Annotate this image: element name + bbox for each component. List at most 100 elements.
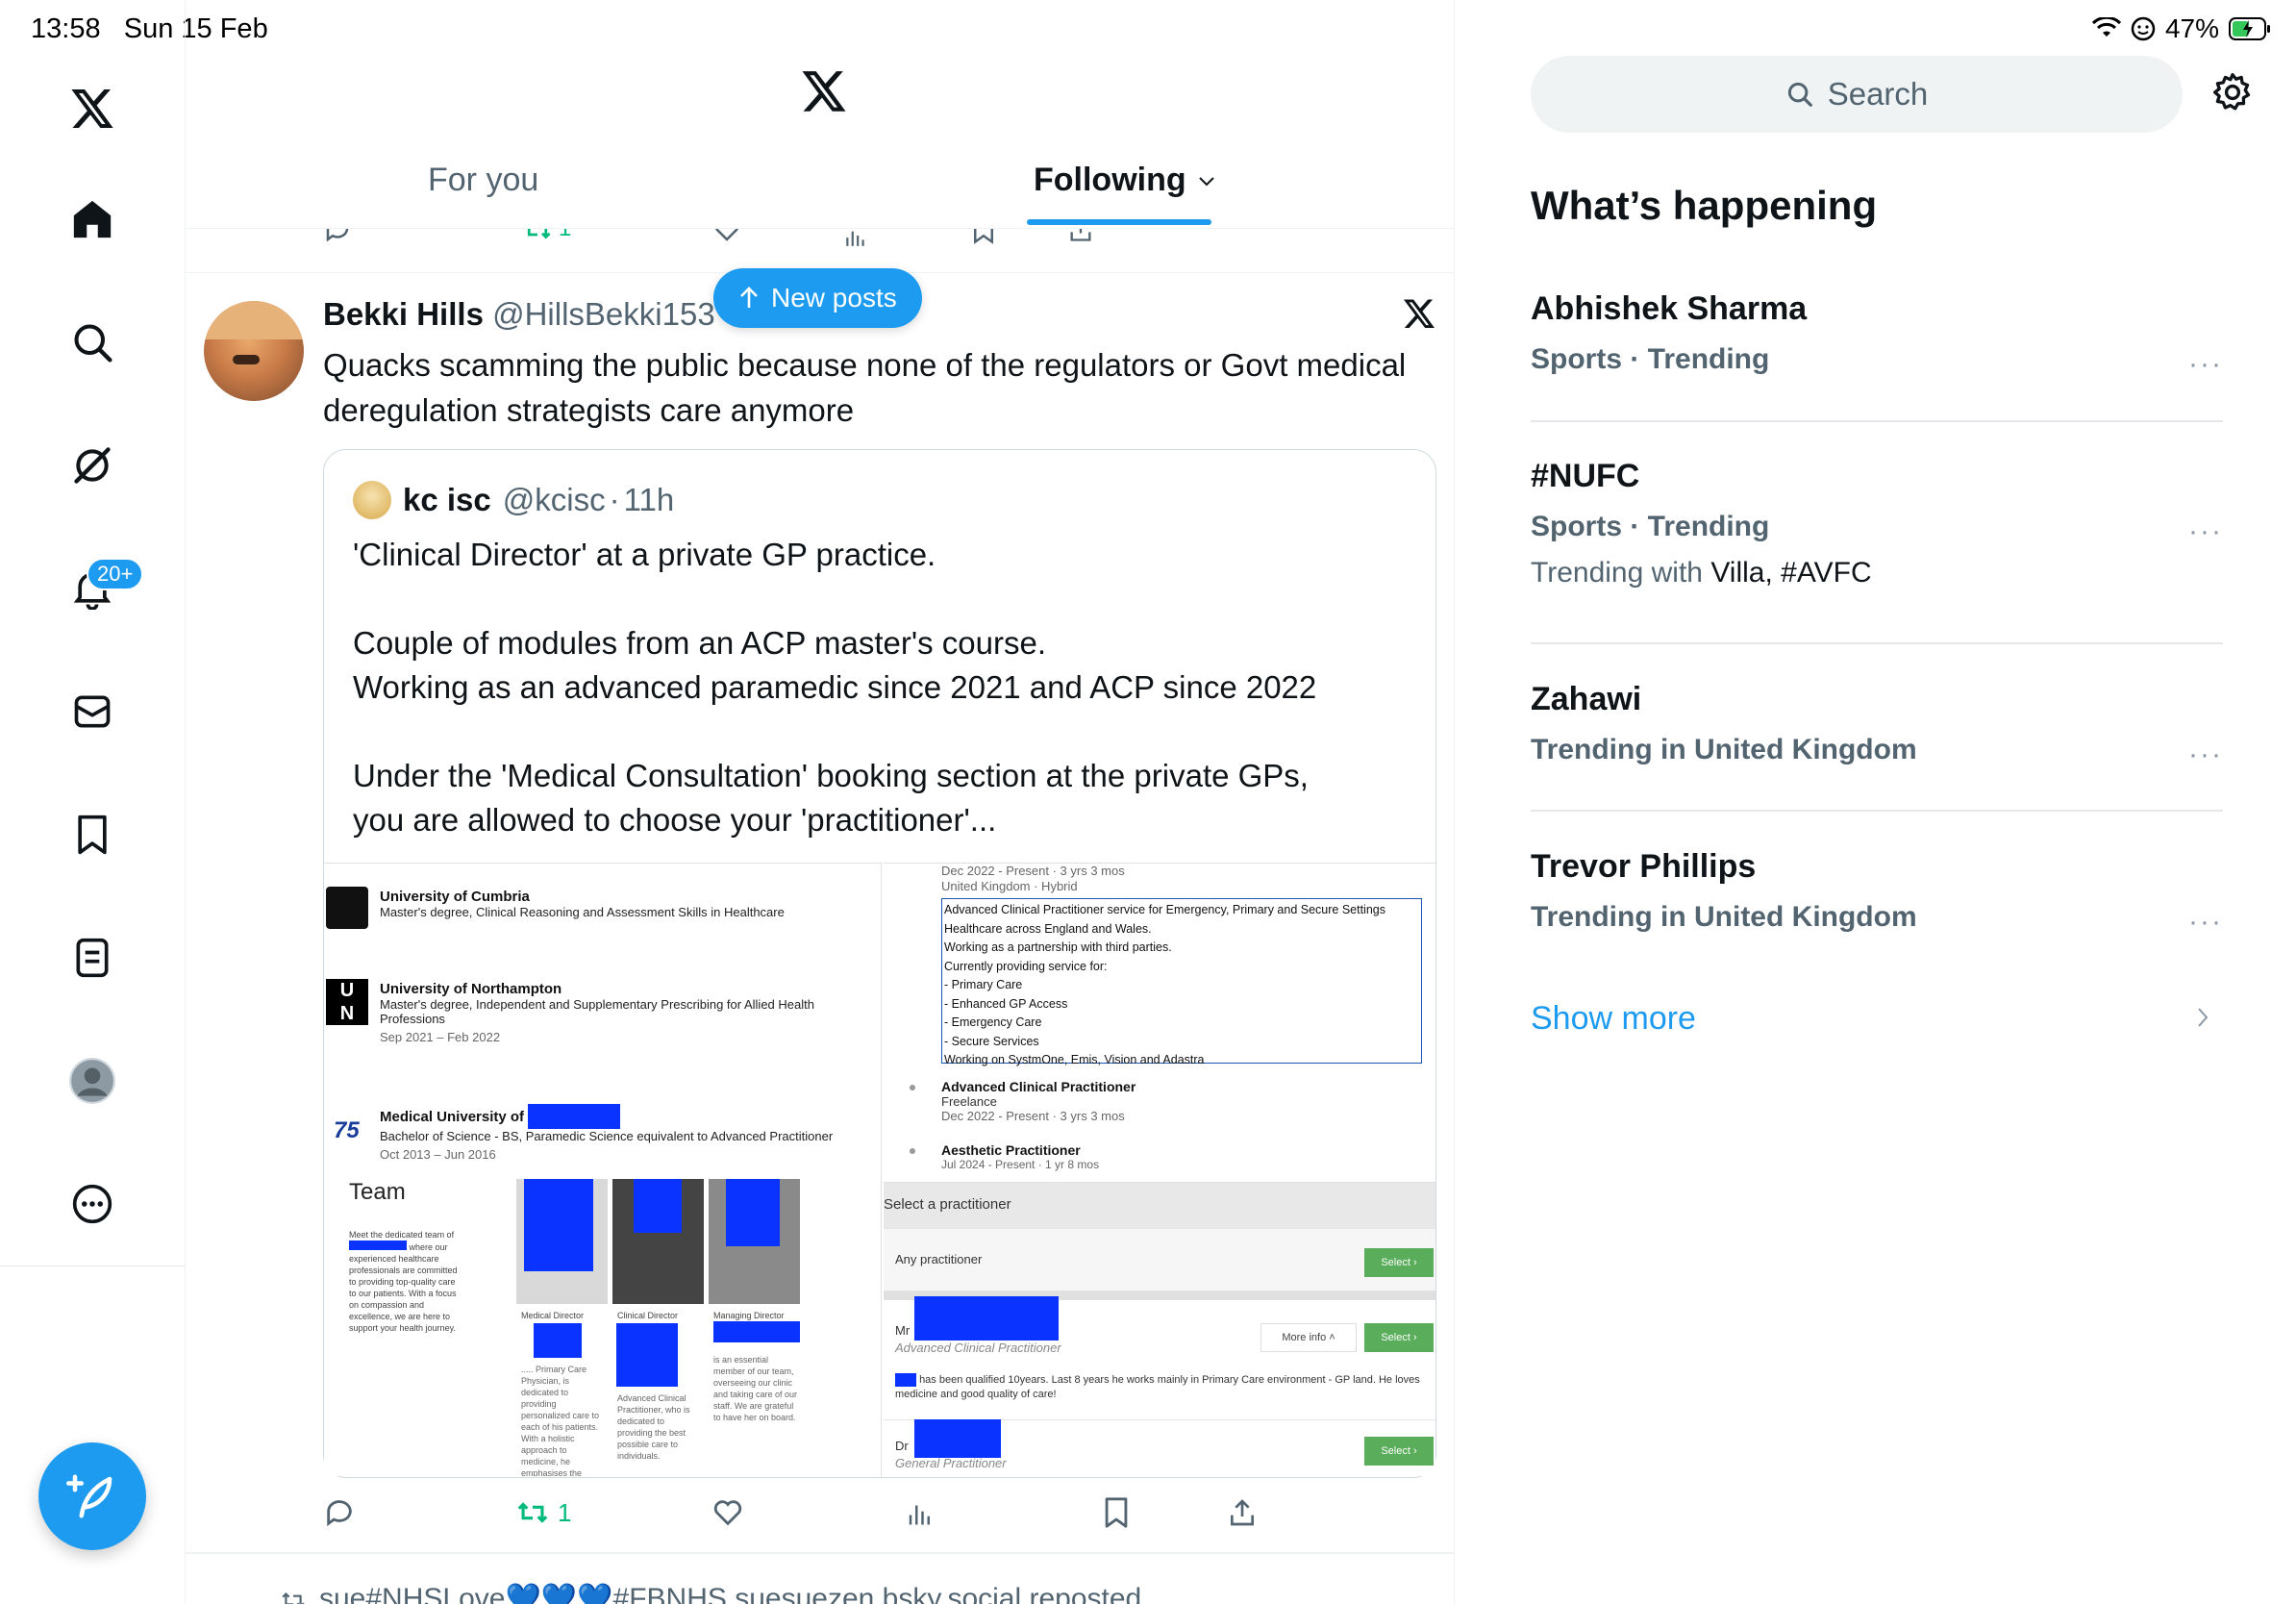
tab-for-you[interactable]: For you	[428, 162, 538, 199]
repost-button[interactable]: 1	[515, 1496, 571, 1529]
repost-count: 1	[559, 229, 571, 244]
redaction	[713, 1321, 800, 1342]
trend-name: Trevor Phillips	[1531, 848, 1757, 885]
avatar[interactable]	[204, 301, 304, 401]
tab-active-indicator	[1027, 219, 1211, 225]
team-photo	[516, 1179, 608, 1304]
post-author[interactable]: Bekki Hills @HillsBekki153	[323, 296, 715, 333]
box-line: Advanced Clinical Practitioner service f…	[944, 903, 1385, 916]
trend-item[interactable]: Trevor Phillips Trending in United Kingd…	[1531, 848, 2223, 938]
quote-text: 'Clinical Director' at a private GP prac…	[353, 537, 1317, 838]
repost-button[interactable]: 1	[522, 229, 571, 244]
redaction	[616, 1323, 678, 1387]
quote-image-experience[interactable]: Dec 2022 - Present · 3 yrs 3 mos United …	[884, 863, 1435, 1180]
bookmarks-icon[interactable]	[60, 802, 125, 867]
box-line: Currently providing service for:	[944, 959, 1108, 973]
x-post-icon[interactable]	[1402, 298, 1436, 331]
quote-avatar	[353, 481, 391, 519]
cumbria-logo	[326, 887, 368, 929]
like-icon	[713, 1500, 742, 1526]
hotspot-icon	[2131, 16, 2156, 41]
trend-item[interactable]: Abhishek Sharma Sports · Trending ···	[1531, 290, 2223, 380]
chevron-right-icon	[2196, 1006, 2209, 1029]
trend-item[interactable]: Zahawi Trending in United Kingdom ···	[1531, 681, 2223, 770]
trend-divider	[1531, 810, 2223, 812]
lists-icon[interactable]	[60, 925, 125, 990]
search-icon[interactable]	[60, 310, 125, 375]
redaction	[914, 1296, 1059, 1341]
select-button[interactable]: Select ›	[1364, 1437, 1434, 1466]
search-icon	[1787, 82, 1812, 107]
bookmark-icon[interactable]	[971, 229, 996, 244]
quote-image-education[interactable]: University of Cumbria Master's degree, C…	[324, 863, 882, 1476]
search-placeholder: Search	[1827, 76, 1929, 112]
post-text: Quacks scamming the public because none …	[323, 347, 1407, 428]
trend-divider	[1531, 420, 2223, 422]
repost-small-icon	[279, 1588, 308, 1604]
next-post-repost-header[interactable]: sue#NHSLove💙💙💙#FBNHS suesuezen.bsky.soci…	[279, 1582, 1141, 1604]
trend-name: Zahawi	[1531, 681, 1642, 717]
experience-role: Advanced Clinical Practitioner Freelance…	[941, 1079, 1136, 1123]
any-practitioner: Any practitioner	[895, 1252, 983, 1266]
bookmark-icon	[1105, 1497, 1128, 1528]
gear-icon[interactable]	[2211, 71, 2254, 113]
more-icon[interactable]	[60, 1171, 125, 1237]
views-icon[interactable]	[843, 229, 868, 248]
share-icon[interactable]	[1067, 229, 1094, 244]
trend-divider	[1531, 642, 2223, 644]
trend-extra: Trending with Villa, #AVFC	[1531, 557, 1872, 589]
battery-percent: 47%	[2164, 13, 2219, 43]
select-button[interactable]: Select ›	[1364, 1323, 1434, 1352]
trend-meta: Trending in United Kingdom	[1531, 901, 1917, 933]
notification-badge: 20+	[87, 558, 144, 590]
box-line: - Emergency Care	[944, 1015, 1042, 1029]
profile-icon[interactable]	[60, 1048, 125, 1114]
like-icon[interactable]	[712, 229, 741, 244]
messages-icon[interactable]	[60, 679, 125, 744]
trend-item[interactable]: #NUFC Sports · Trending Trending with Vi…	[1531, 458, 2223, 589]
experience-role: Aesthetic Practitioner Jul 2024 - Presen…	[941, 1142, 1100, 1171]
compose-button[interactable]	[38, 1442, 146, 1550]
views-button[interactable]	[906, 1496, 935, 1529]
trend-meta: Sports · Trending	[1531, 511, 1770, 542]
trend-more-icon[interactable]: ···	[2188, 515, 2223, 548]
tab-following[interactable]: Following	[1034, 162, 1215, 199]
search-input[interactable]: Search	[1531, 56, 2183, 133]
team-role: Clinical Director	[617, 1311, 679, 1320]
trend-name: #NUFC	[1531, 458, 1640, 494]
team-role: Medical Director	[521, 1311, 585, 1320]
quote-time: 11h	[623, 482, 675, 517]
trend-more-icon[interactable]: ···	[2188, 739, 2223, 771]
show-more-link[interactable]: Show more	[1531, 1000, 1696, 1038]
repost-line-text: sue#NHSLove💙💙💙#FBNHS suesuezen.bsky.soci…	[319, 1583, 1142, 1604]
reply-icon[interactable]	[323, 229, 352, 244]
quote-image-select-practitioner[interactable]: Select a practitioner Any practitioner S…	[884, 1182, 1435, 1476]
more-info-button[interactable]: More info ˄	[1260, 1323, 1357, 1352]
repost-count: 1	[558, 1497, 572, 1527]
medical-university-logo: 75	[334, 1117, 360, 1143]
share-button[interactable]	[1227, 1496, 1258, 1529]
home-icon[interactable]	[60, 187, 125, 252]
trend-more-icon[interactable]: ···	[2188, 348, 2223, 381]
reply-icon	[327, 1500, 352, 1527]
author-handle: @HillsBekki153	[492, 296, 715, 332]
new-posts-label: New posts	[771, 283, 897, 313]
mr-prefix: Mr	[895, 1323, 911, 1338]
author-name: Bekki Hills	[323, 296, 484, 332]
new-posts-button[interactable]: New posts	[713, 268, 922, 328]
battery-charging-icon	[2229, 16, 2271, 41]
tabs-bar	[186, 154, 1455, 229]
select-button[interactable]: Select ›	[1364, 1248, 1434, 1277]
quote-author[interactable]: kc isc @kcisc · 11h	[353, 481, 674, 519]
trend-more-icon[interactable]: ···	[2188, 906, 2223, 939]
share-icon	[1231, 1499, 1254, 1526]
quote-author-name: kc isc	[403, 482, 491, 517]
x-header-logo-icon[interactable]	[800, 69, 848, 115]
x-logo-icon[interactable]	[60, 77, 125, 142]
grok-icon[interactable]	[60, 433, 125, 498]
views-icon	[909, 1505, 930, 1525]
bookmark-button[interactable]	[1102, 1496, 1131, 1529]
like-button[interactable]	[711, 1496, 744, 1529]
reply-button[interactable]	[323, 1496, 356, 1529]
practitioner-bio: has been qualified 10years. Last 8 years…	[895, 1373, 1420, 1400]
